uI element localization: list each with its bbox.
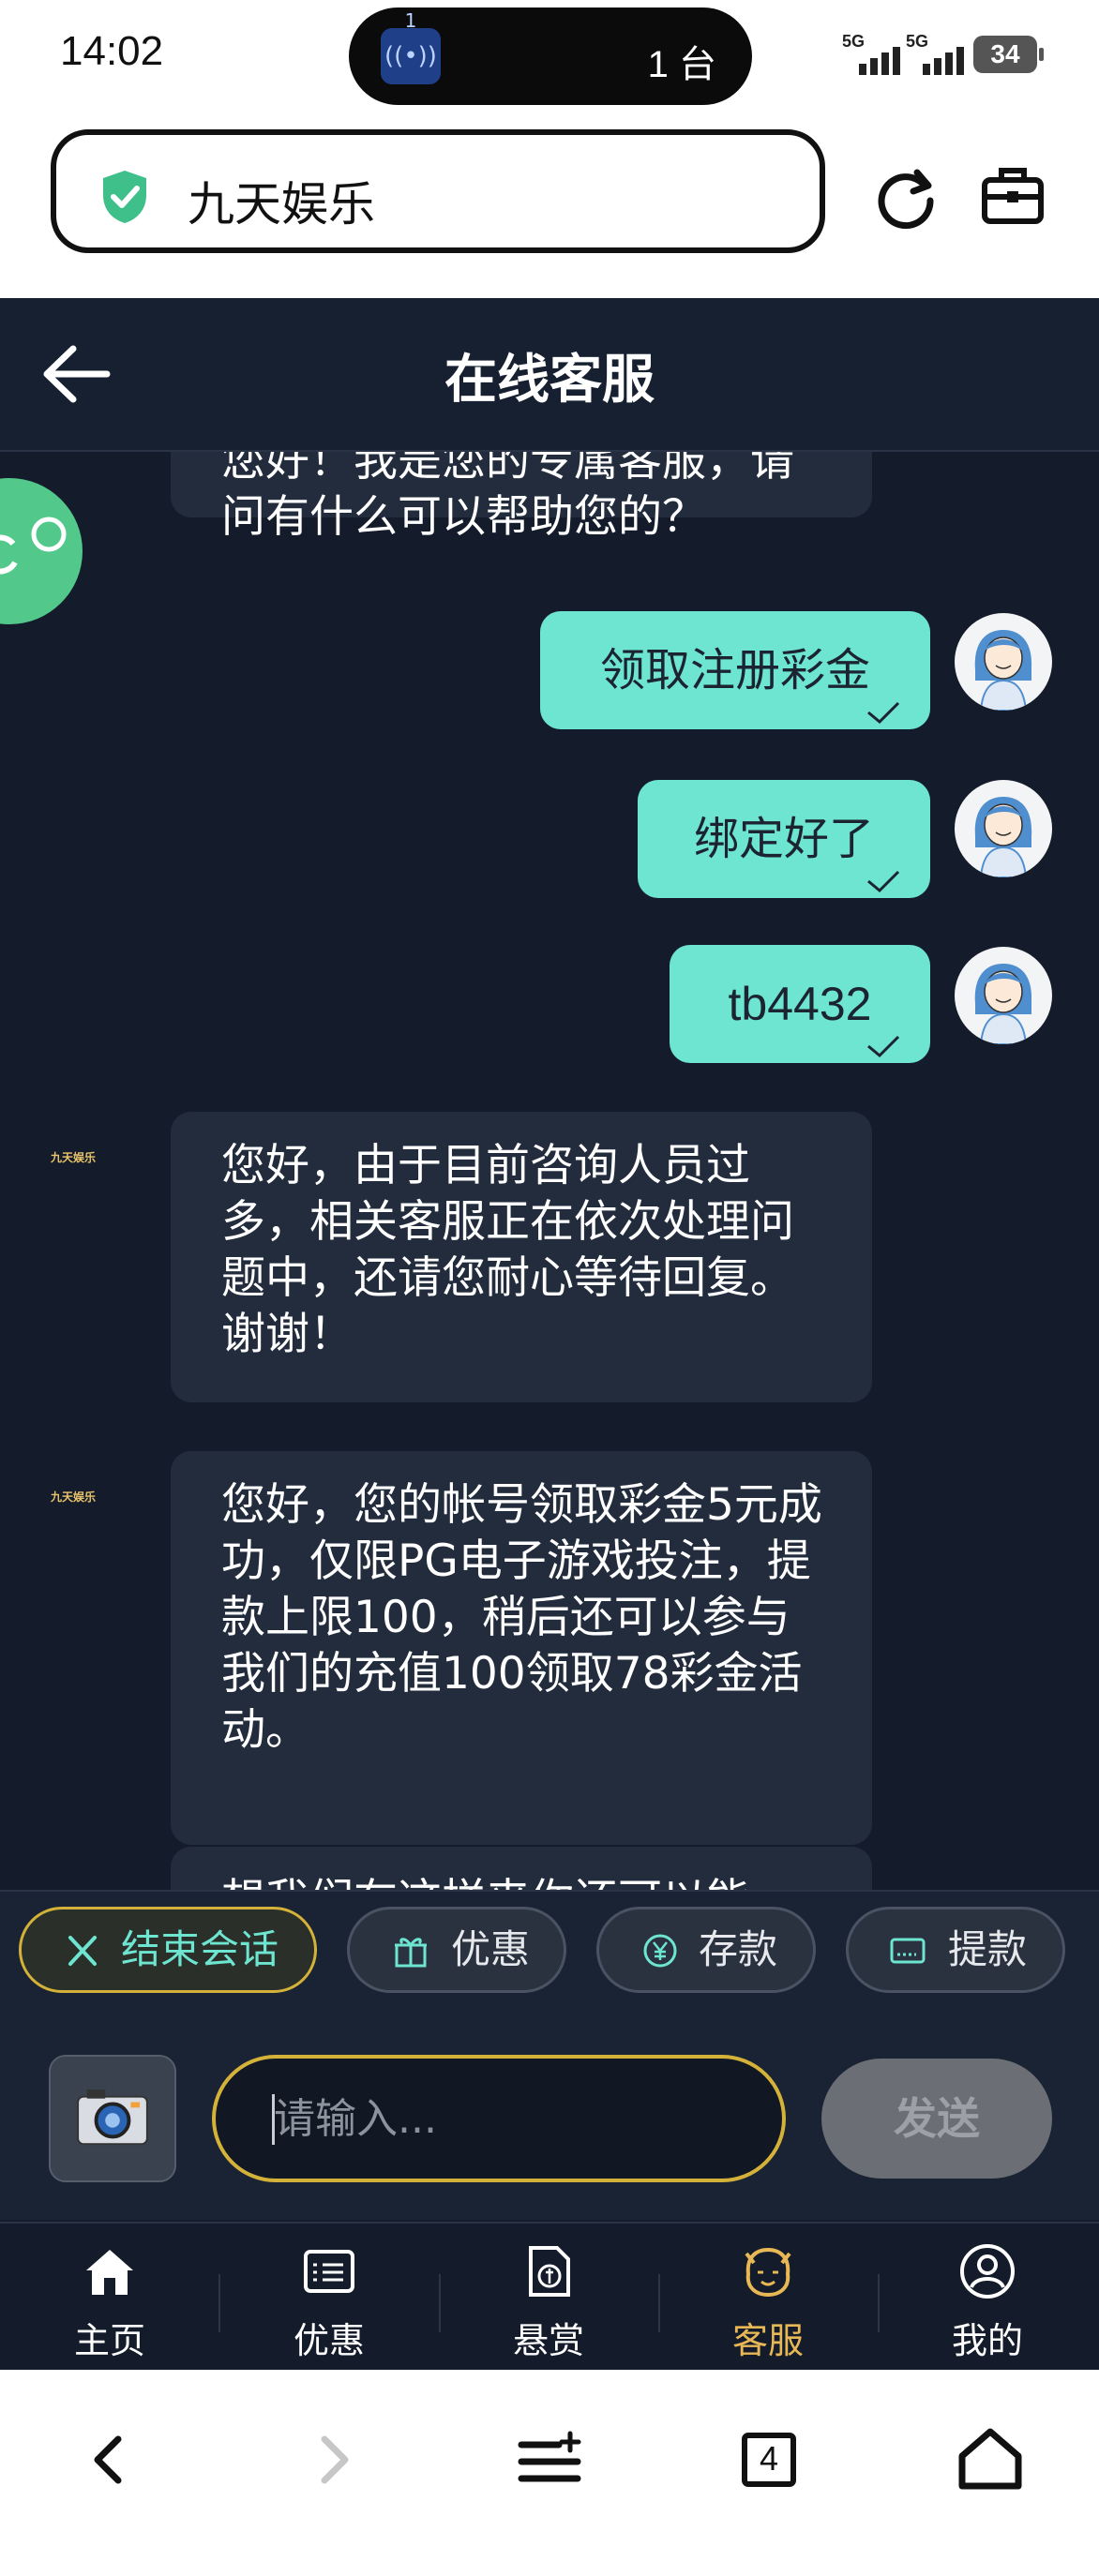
site-name: 九天娱乐	[188, 177, 375, 232]
island-device-count: 1 台	[647, 44, 716, 85]
agent-message: 您好！我是您的专属客服，请问有什么可以帮助您的？	[171, 452, 872, 543]
end-session-button[interactable]: 结束会话	[19, 1907, 317, 1993]
message-text: tb4432	[728, 978, 872, 1030]
tab-mine-label: 我的	[951, 2320, 1023, 2361]
refresh-float-icon[interactable]	[0, 478, 86, 624]
agent-message: 您好，由于目前咨询人员过多，相关客服正在依次处理问题中，还请您耐心等待回复。谢谢…	[171, 1112, 872, 1402]
message-text: 您好，您的帐号领取彩金5元成功，仅限PG电子游戏投注，提款上限100，稍后还可以…	[221, 1479, 822, 1756]
address-bar[interactable]: 九天娱乐	[51, 129, 825, 253]
customer-service-icon	[745, 2247, 791, 2298]
home-icon	[86, 2250, 133, 2295]
signal-icon-2: 5G	[906, 32, 971, 75]
menu-icon[interactable]	[512, 2422, 587, 2497]
user-message: 领取注册彩金	[540, 611, 930, 729]
chat-header: 在线客服	[0, 298, 1099, 452]
avatar	[955, 947, 1052, 1044]
check-icon	[867, 701, 900, 725]
tab-home[interactable]: 主页	[0, 2224, 219, 2372]
user-avatar-icon	[974, 630, 1032, 711]
user-avatar-icon	[974, 964, 1032, 1044]
text-cursor	[272, 2094, 275, 2145]
camera-icon	[77, 2089, 148, 2146]
reload-icon[interactable]	[872, 163, 940, 231]
signal-label-2: 5G	[906, 32, 929, 51]
check-icon	[867, 1035, 900, 1058]
browser-nav-bar: 4	[0, 2370, 1099, 2576]
user-message: tb4432	[670, 945, 930, 1063]
message-text: 绑定好了	[693, 813, 874, 865]
ticket-icon	[304, 2250, 354, 2293]
check-icon	[867, 870, 900, 893]
home-outline-icon[interactable]	[953, 2422, 1028, 2497]
tab-service[interactable]: 客服	[658, 2224, 878, 2372]
yen-coin-icon	[643, 1934, 677, 1968]
briefcase-icon[interactable]	[979, 161, 1046, 229]
shield-check-icon	[103, 171, 146, 223]
promo-chip-label: 优惠	[451, 1926, 531, 1972]
chevron-right-icon[interactable]	[294, 2422, 369, 2497]
agent-logo: 九天娱乐	[51, 1151, 97, 1164]
message-text: 领取注册彩金	[599, 644, 870, 696]
tab-mine[interactable]: 我的	[878, 2224, 1097, 2372]
withdraw-chip[interactable]: 提款	[846, 1907, 1065, 1993]
quick-actions-bar: 结束会话 优惠 存款 提款	[0, 1890, 1099, 2019]
send-button[interactable]: 发送	[821, 2059, 1052, 2179]
status-bar: 14:02 1 ((•)) 1 台 5G 5G 34	[0, 0, 1099, 112]
reward-doc-icon	[529, 2246, 570, 2297]
dynamic-island[interactable]: 1 ((•)) 1 台	[349, 7, 752, 105]
user-message: 绑定好了	[638, 780, 930, 898]
card-icon	[890, 1938, 926, 1964]
message-text: 您好！我是您的专属客服，请问有什么可以帮助您的？	[221, 452, 794, 543]
agent-message: 您好，您的帐号领取彩金5元成功，仅限PG电子游戏投注，提款上限100，稍后还可以…	[171, 1451, 872, 1845]
deposit-chip[interactable]: 存款	[596, 1907, 816, 1993]
avatar	[955, 780, 1052, 877]
deposit-chip-label: 存款	[699, 1926, 778, 1972]
tab-service-label: 客服	[731, 2320, 804, 2361]
tab-reward[interactable]: 悬赏	[439, 2224, 658, 2372]
tab-home-label: 主页	[73, 2320, 145, 2361]
end-session-label: 结束会话	[121, 1926, 279, 1972]
composer: 发送	[0, 2017, 1099, 2220]
tabs-count: 4	[759, 2439, 779, 2478]
user-avatar-icon	[974, 797, 1032, 877]
agent-logo: 九天娱乐	[51, 1490, 97, 1504]
user-profile-icon	[960, 2244, 1015, 2299]
signal-icon: 5G	[842, 32, 908, 75]
chevron-left-icon[interactable]	[73, 2422, 148, 2497]
browser-toolbar: 九天娱乐	[0, 112, 1099, 298]
message-input[interactable]	[212, 2055, 786, 2182]
hotspot-badge: 1	[404, 9, 417, 32]
close-icon	[68, 1936, 97, 1966]
message-text: 您好，由于目前咨询人员过多，相关客服正在依次处理问题中，还请您耐心等待回复。谢谢…	[221, 1140, 794, 1360]
promo-chip[interactable]: 优惠	[347, 1907, 566, 1993]
battery-icon: 34	[973, 36, 1044, 73]
chat-app: 在线客服 您好！我是您的专属客服，请问有什么可以帮助您的？ 领取注册彩金 绑定好…	[0, 298, 1099, 2372]
bottom-tab-bar: 主页 优惠 悬赏 客服 我的	[0, 2222, 1099, 2372]
signal-label: 5G	[842, 32, 866, 51]
tab-promo[interactable]: 优惠	[219, 2224, 439, 2372]
tab-reward-label: 悬赏	[512, 2320, 584, 2361]
tabs-button[interactable]: 4	[731, 2422, 806, 2497]
avatar	[955, 613, 1052, 711]
withdraw-chip-label: 提款	[948, 1926, 1028, 1972]
gift-icon	[395, 1938, 427, 1968]
tab-promo-label: 优惠	[293, 2320, 365, 2361]
page-title: 在线客服	[444, 350, 655, 411]
status-time: 14:02	[60, 28, 164, 74]
hotspot-icon: 1 ((•))	[381, 11, 441, 84]
camera-button[interactable]	[49, 2055, 176, 2182]
